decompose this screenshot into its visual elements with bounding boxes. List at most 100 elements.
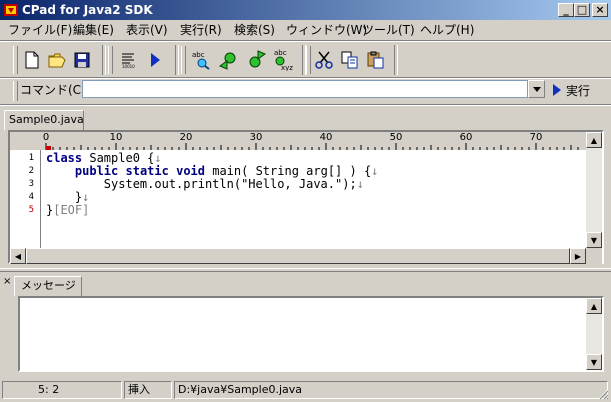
keyword: public: [74, 164, 119, 178]
menu-tools[interactable]: ツール(T): [362, 23, 415, 37]
window-title: CPad for Java2 SDK: [22, 3, 153, 17]
paste-button[interactable]: [364, 47, 388, 73]
copy-icon: [341, 51, 358, 69]
line-number: 2: [28, 166, 34, 176]
line-number: 4: [28, 192, 34, 202]
menu-search[interactable]: 検索(S): [234, 23, 275, 37]
code-line[interactable]: System.out.println("Hello, Java.");↓: [46, 178, 364, 191]
find-prev-button[interactable]: [217, 47, 241, 73]
message-pane[interactable]: [18, 296, 604, 372]
menu-help[interactable]: ヘルプ(H): [420, 23, 474, 37]
string-literal: "Hello, Java.": [241, 177, 343, 191]
horizontal-scroll-thumb[interactable]: [26, 248, 570, 264]
arrow-up-icon: ▲: [590, 135, 598, 145]
eof-marker: [EOF]: [53, 203, 90, 217]
menu-edit[interactable]: 編集(E): [73, 23, 114, 37]
toolbar-separator: [102, 45, 106, 75]
cut-button[interactable]: [312, 47, 336, 73]
scroll-left-button[interactable]: ◀: [10, 248, 26, 264]
column-ruler: 0 10 20 30 40 50 60 70: [10, 132, 586, 150]
menu-file[interactable]: ファイル(F): [8, 23, 72, 37]
svg-text:xyz: xyz: [281, 64, 293, 71]
find-next-button[interactable]: [244, 47, 268, 73]
command-divider: [0, 104, 611, 106]
arrow-down-icon: ▼: [590, 235, 598, 245]
line-number: 5: [28, 205, 34, 215]
copy-button[interactable]: [338, 47, 362, 73]
app-icon[interactable]: [3, 2, 19, 18]
close-icon: ×: [595, 3, 605, 16]
find-prev-icon: [219, 52, 236, 70]
close-button[interactable]: ×: [592, 3, 608, 17]
status-insert-mode: 挿入: [124, 381, 172, 399]
message-close-button[interactable]: ×: [3, 277, 13, 287]
ruler-number: 60: [459, 132, 473, 143]
minimize-icon: _: [563, 3, 569, 16]
find-button[interactable]: abc: [189, 47, 213, 73]
toolbar-grip[interactable]: [181, 46, 186, 74]
cut-scissors-icon: [315, 51, 333, 69]
keyword: class: [46, 151, 83, 165]
newline-marker: ↓: [82, 190, 90, 204]
menu-divider: [0, 40, 611, 42]
compile-button[interactable]: 10010: [116, 47, 140, 73]
tab-label: メッセージ: [21, 279, 76, 292]
tab-messages[interactable]: メッセージ: [14, 276, 82, 296]
new-file-button[interactable]: [20, 47, 44, 73]
command-run-button[interactable]: 実行: [552, 80, 608, 100]
new-file-icon: [25, 51, 39, 69]
scroll-up-button[interactable]: ▲: [586, 298, 602, 314]
ruler-number: 70: [529, 132, 543, 143]
command-dropdown-button[interactable]: [528, 80, 545, 98]
scroll-up-button[interactable]: ▲: [586, 132, 602, 148]
maximize-icon: □: [576, 3, 588, 16]
keyword: static: [125, 164, 169, 178]
scroll-down-button[interactable]: ▼: [586, 354, 602, 370]
title-bar[interactable]: CPad for Java2 SDK _ □ ×: [0, 0, 611, 20]
tab-sample0[interactable]: Sample0.java: [4, 110, 84, 130]
ruler-number: 10: [109, 132, 123, 143]
minimize-button[interactable]: _: [558, 3, 574, 17]
run-button[interactable]: [143, 47, 167, 73]
open-file-button[interactable]: [45, 47, 69, 73]
menu-run[interactable]: 実行(R): [180, 23, 222, 37]
toolbar-grip[interactable]: [13, 46, 18, 74]
status-cursor-position: 5: 2: [2, 381, 122, 399]
ruler-number: 20: [179, 132, 193, 143]
newline-marker: ↓: [154, 151, 162, 165]
tab-label: Sample0.java: [9, 113, 84, 126]
save-button[interactable]: [70, 47, 94, 73]
compile-icon: 10010: [122, 53, 135, 69]
maximize-button[interactable]: □: [574, 3, 590, 17]
resize-grip-icon[interactable]: [597, 388, 609, 400]
command-label: コマンド(C): [20, 83, 86, 97]
ruler-number: 40: [319, 132, 333, 143]
pane-splitter[interactable]: [0, 268, 611, 272]
arrow-up-icon: ▲: [590, 301, 598, 311]
replace-button[interactable]: abc xyz: [270, 47, 294, 73]
code-line[interactable]: }[EOF]: [46, 204, 89, 217]
chevron-down-icon: [532, 86, 541, 92]
status-mode-text: 挿入: [128, 383, 150, 396]
menu-view[interactable]: 表示(V): [126, 23, 168, 37]
gutter-divider: [40, 150, 41, 248]
toolbar-divider: [0, 77, 611, 79]
arrow-down-icon: ▼: [590, 357, 598, 367]
svg-text:abc: abc: [274, 49, 287, 57]
ruler-number: 0: [42, 132, 50, 143]
open-folder-icon: [48, 53, 66, 68]
toolbar-grip[interactable]: [108, 46, 113, 74]
toolbar-grip[interactable]: [306, 46, 311, 74]
scroll-right-button[interactable]: ▶: [570, 248, 586, 264]
ruler-cursor-marker: [46, 146, 51, 150]
command-input[interactable]: [82, 80, 528, 98]
svg-text:abc: abc: [192, 51, 205, 59]
menu-window[interactable]: ウィンドウ(W): [286, 23, 367, 37]
find-icon: abc: [192, 51, 210, 70]
scroll-down-button[interactable]: ▼: [586, 232, 602, 248]
command-grip[interactable]: [13, 81, 18, 101]
run-arrow-icon: [151, 53, 160, 67]
toolbar-separator: [394, 45, 398, 75]
editor-vertical-scrollbar[interactable]: [586, 132, 602, 248]
find-next-icon: [249, 50, 266, 68]
